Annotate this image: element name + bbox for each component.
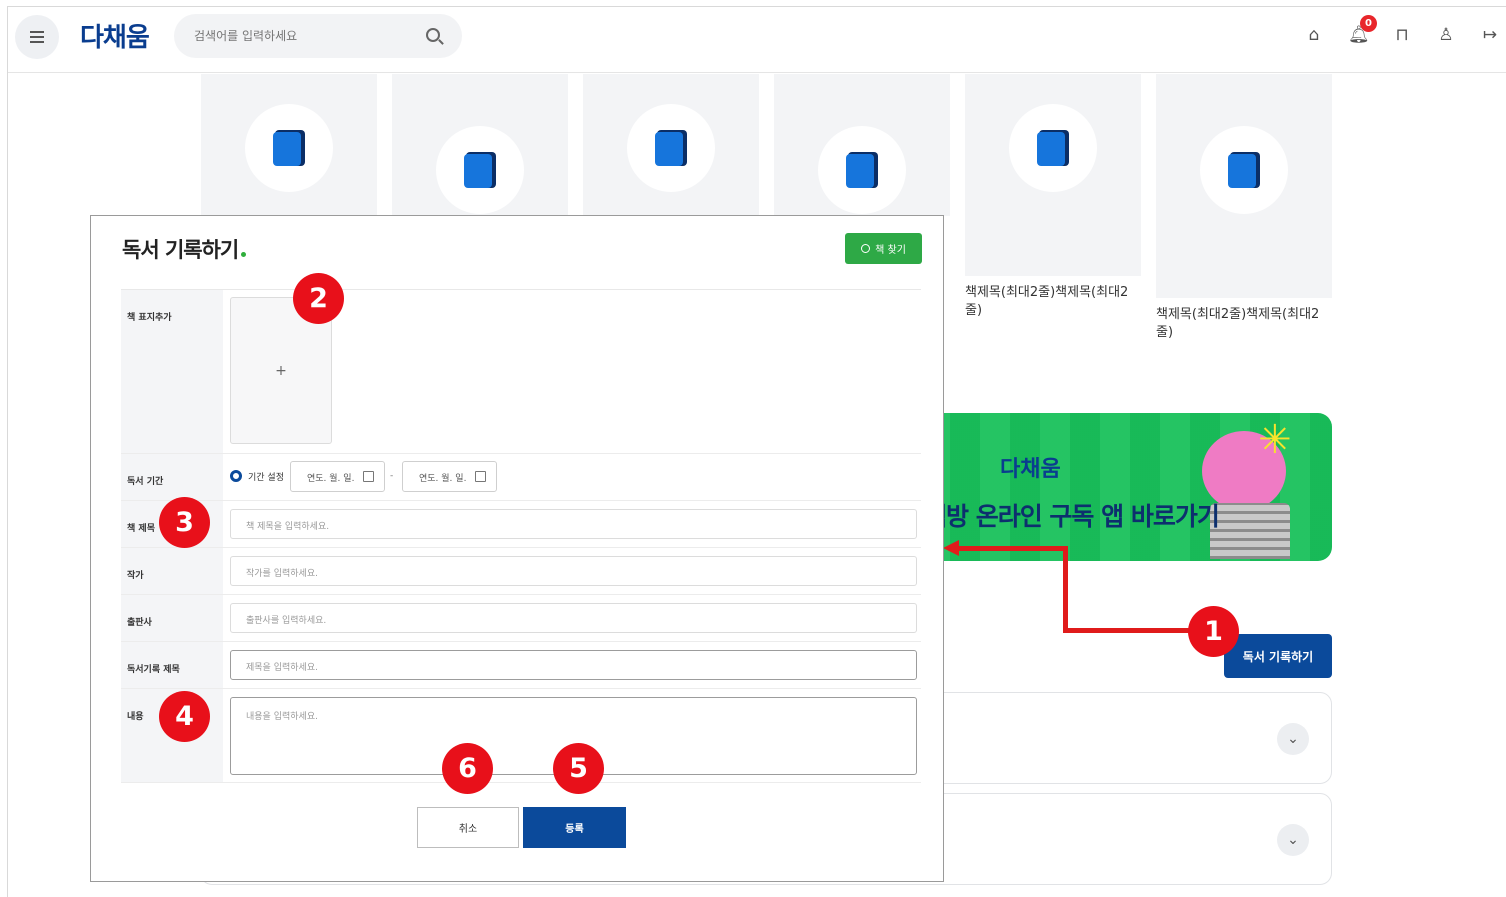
app-banner[interactable]: 다채움 ✳ 책방 온라인 구독 앱 바로가기 xyxy=(920,413,1332,561)
cover-label: 책 표지추가 xyxy=(121,290,223,453)
content-row: 내용 내용을 입력하세요. xyxy=(121,689,921,783)
find-book-button[interactable]: 책 찾기 xyxy=(845,233,922,264)
book-thumb xyxy=(627,104,715,192)
publisher-label: 출판사 xyxy=(121,595,223,641)
search-icon[interactable] xyxy=(426,28,440,42)
annotation-arrow xyxy=(1063,628,1203,633)
book-card[interactable] xyxy=(392,74,568,216)
book-title-row: 책 제목 책 제목을 입력하세요. xyxy=(121,501,921,548)
menu-button[interactable] xyxy=(15,15,59,59)
book-card[interactable] xyxy=(774,74,950,216)
chevron-down-icon[interactable]: ⌄ xyxy=(1277,824,1309,856)
step-marker-3: 3 xyxy=(159,497,210,548)
annotation-arrow xyxy=(1063,547,1068,632)
book-title[interactable]: 책제목(최대2줄)책제목(최대2줄) xyxy=(965,284,1135,320)
record-title-label: 독서기록 제목 xyxy=(121,642,223,688)
period-option-label: 기간 설정 xyxy=(248,473,284,483)
record-form: 책 표지추가 + 독서 기간 기간 설정 연도. 월. 일. - 연도. 월. … xyxy=(121,289,921,783)
calendar-icon[interactable] xyxy=(363,471,374,482)
search-bar[interactable] xyxy=(174,14,462,58)
annotation-arrow xyxy=(956,546,1068,551)
header-icons: ⌂ 🔔︎ 0 ⊓ ♙ ↦ xyxy=(1304,15,1500,45)
bookmark-icon[interactable]: ⊓ xyxy=(1392,25,1412,45)
book-icon xyxy=(846,152,878,188)
book-card[interactable] xyxy=(1156,74,1332,298)
period-row: 독서 기간 기간 설정 연도. 월. 일. - 연도. 월. 일. xyxy=(121,454,921,501)
book-card[interactable] xyxy=(201,74,377,216)
open-record-button[interactable]: 독서 기록하기 xyxy=(1224,634,1332,678)
banner-text: 책방 온라인 구독 앱 바로가기 xyxy=(924,502,1220,531)
search-icon xyxy=(861,244,871,253)
submit-button[interactable]: 등록 xyxy=(523,807,626,848)
cancel-button[interactable]: 취소 xyxy=(417,807,519,848)
book-icon xyxy=(464,152,496,188)
top-header: 다채움 ⌂ 🔔︎0 ⊓ ♙ ↦ xyxy=(8,7,1506,73)
sparkle-icon: ✳ xyxy=(1258,417,1292,463)
reading-record-modal: 독서 기록하기 책 찾기 책 표지추가 + 독서 기간 기간 설정 연도. 월.… xyxy=(90,215,944,882)
book-card[interactable] xyxy=(583,74,759,216)
modal-title: 독서 기록하기 xyxy=(122,234,247,264)
step-marker-2: 2 xyxy=(293,273,344,324)
user-icon[interactable]: ♙ xyxy=(1436,25,1456,45)
home-icon[interactable]: ⌂ xyxy=(1304,25,1324,45)
author-input[interactable]: 작가를 입력하세요. xyxy=(230,556,917,586)
book-icon xyxy=(273,130,305,166)
book-thumb xyxy=(1200,126,1288,214)
book-thumb xyxy=(436,126,524,214)
date-separator: - xyxy=(390,471,394,481)
cover-row: 책 표지추가 + xyxy=(121,290,921,454)
find-book-label: 책 찾기 xyxy=(875,245,906,256)
book-thumb xyxy=(818,126,906,214)
step-marker-6: 6 xyxy=(442,743,493,794)
period-radio[interactable] xyxy=(230,470,242,482)
book-icon xyxy=(1228,152,1260,188)
step-marker-1: 1 xyxy=(1188,606,1239,657)
book-title-input[interactable]: 책 제목을 입력하세요. xyxy=(230,509,917,539)
title-dot xyxy=(241,252,247,257)
banner-logo: 다채움 xyxy=(1000,457,1061,482)
author-row: 작가 작가를 입력하세요. xyxy=(121,548,921,595)
book-card[interactable] xyxy=(965,74,1141,276)
book-icon xyxy=(1037,130,1069,166)
end-date-placeholder: 연도. 월. 일. xyxy=(419,474,467,484)
step-marker-4: 4 xyxy=(159,691,210,742)
site-logo[interactable]: 다채움 xyxy=(80,17,150,54)
step-marker-5: 5 xyxy=(553,743,604,794)
period-label: 독서 기간 xyxy=(121,454,223,500)
logout-icon[interactable]: ↦ xyxy=(1480,25,1500,45)
author-label: 작가 xyxy=(121,548,223,594)
modal-title-text: 독서 기록하기 xyxy=(122,238,239,262)
notification-badge: 0 xyxy=(1360,15,1377,32)
book-icon xyxy=(655,130,687,166)
books-illustration xyxy=(1210,503,1290,559)
book-thumb xyxy=(245,104,333,192)
annotation-arrow-head xyxy=(943,540,959,556)
chevron-down-icon[interactable]: ⌄ xyxy=(1277,723,1309,755)
start-date-placeholder: 연도. 월. 일. xyxy=(307,474,355,484)
book-title[interactable]: 책제목(최대2줄)책제목(최대2줄) xyxy=(1156,306,1326,342)
start-date-input[interactable]: 연도. 월. 일. xyxy=(290,461,385,492)
calendar-icon[interactable] xyxy=(475,471,486,482)
bell-icon[interactable]: 🔔︎ 0 xyxy=(1348,15,1377,45)
record-title-row: 독서기록 제목 제목을 입력하세요. xyxy=(121,642,921,689)
publisher-input[interactable]: 출판사를 입력하세요. xyxy=(230,603,917,633)
book-thumb xyxy=(1009,104,1097,192)
hamburger-icon xyxy=(30,31,44,43)
end-date-input[interactable]: 연도. 월. 일. xyxy=(402,461,497,492)
publisher-row: 출판사 출판사를 입력하세요. xyxy=(121,595,921,642)
record-title-input[interactable]: 제목을 입력하세요. xyxy=(230,650,917,680)
search-input[interactable] xyxy=(194,26,414,46)
